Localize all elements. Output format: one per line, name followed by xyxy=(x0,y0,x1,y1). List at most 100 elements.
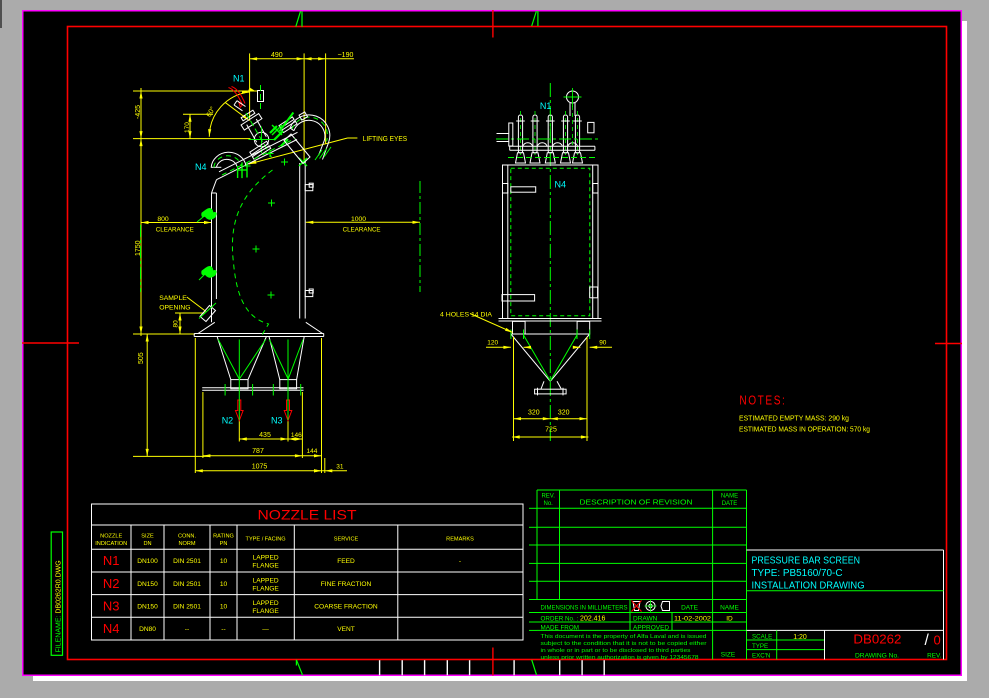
svg-text:N2: N2 xyxy=(222,415,234,425)
svg-text:N3: N3 xyxy=(271,415,283,425)
svg-text:DN: DN xyxy=(143,541,151,547)
svg-text:144: 144 xyxy=(307,448,318,455)
svg-text:FLANGE: FLANGE xyxy=(252,585,279,592)
svg-text:DN100: DN100 xyxy=(137,558,158,565)
svg-text:SIZE: SIZE xyxy=(141,534,154,540)
svg-text:RATING: RATING xyxy=(213,534,234,540)
svg-text:320: 320 xyxy=(528,409,540,416)
svg-text:~190: ~190 xyxy=(338,52,354,59)
svg-text:NOTES:: NOTES: xyxy=(739,393,786,408)
svg-text:FLANGE: FLANGE xyxy=(252,563,279,570)
svg-text:11-02-2002: 11-02-2002 xyxy=(674,615,711,622)
svg-text:LAPPED: LAPPED xyxy=(253,600,279,607)
svg-text:-425: -425 xyxy=(135,105,142,119)
svg-text:ESTIMATED EMPTY MASS: 290 kg: ESTIMATED EMPTY MASS: 290 kg xyxy=(739,416,849,423)
svg-text:DIN 2501: DIN 2501 xyxy=(173,558,201,565)
svg-text:DATE: DATE xyxy=(722,501,738,507)
svg-text:NAME: NAME xyxy=(721,494,738,500)
svg-text:MADE FROM: MADE FROM xyxy=(541,624,579,631)
svg-text:in whole or in part or to be d: in whole or in part or to be disclosed t… xyxy=(541,648,691,654)
svg-text:SIZE: SIZE xyxy=(721,651,736,658)
svg-text:787: 787 xyxy=(252,448,264,455)
svg-text:170: 170 xyxy=(184,122,191,133)
svg-text:1075: 1075 xyxy=(252,464,268,471)
svg-text:APPROVED: APPROVED xyxy=(633,624,669,631)
svg-text:REMARKS: REMARKS xyxy=(446,537,474,543)
svg-text:TYPE: TYPE xyxy=(752,643,768,650)
svg-text:10: 10 xyxy=(220,603,228,610)
svg-text:NAME: NAME xyxy=(720,604,739,611)
svg-text:--: -- xyxy=(185,626,189,633)
svg-text:10: 10 xyxy=(220,581,228,588)
svg-text:N4: N4 xyxy=(555,180,567,190)
svg-text:INDICATION: INDICATION xyxy=(95,541,127,547)
svg-text:DN150: DN150 xyxy=(137,603,158,610)
svg-text:-: - xyxy=(459,558,461,565)
svg-text:120: 120 xyxy=(487,340,498,347)
svg-text:90: 90 xyxy=(599,340,607,347)
svg-text:31: 31 xyxy=(336,464,344,471)
svg-text:subject to the condition that: subject to the condition that it is not … xyxy=(541,641,707,647)
svg-text:NOZZLE LIST: NOZZLE LIST xyxy=(258,507,357,523)
svg-text:DATE: DATE xyxy=(681,604,699,611)
svg-text:OPENING: OPENING xyxy=(159,305,190,312)
svg-text:PN: PN xyxy=(220,541,228,547)
svg-text:N4: N4 xyxy=(103,621,120,636)
svg-text:--: -- xyxy=(221,626,225,633)
svg-text:TYPE / FACING: TYPE / FACING xyxy=(246,537,286,543)
svg-text:EXC'N: EXC'N xyxy=(752,653,770,660)
svg-text:NOZZLE: NOZZLE xyxy=(100,534,122,540)
svg-text:ID: ID xyxy=(726,615,733,622)
svg-text:505: 505 xyxy=(138,352,145,364)
svg-text:10: 10 xyxy=(220,558,228,565)
svg-text:CLEARANCE: CLEARANCE xyxy=(343,226,381,233)
svg-text:FEED: FEED xyxy=(337,558,355,565)
svg-text:SERVICE: SERVICE xyxy=(334,537,359,543)
svg-text:unless prior written authoriza: unless prior written authorization is gi… xyxy=(541,655,700,661)
svg-text:LIFTING EYES: LIFTING EYES xyxy=(363,136,408,143)
svg-text:—: — xyxy=(262,626,269,633)
svg-text:DIMENSIONS IN MILLIMETERS: DIMENSIONS IN MILLIMETERS xyxy=(541,604,628,611)
svg-text:N1: N1 xyxy=(103,553,120,568)
svg-text:DB0262: DB0262 xyxy=(853,632,901,647)
svg-text:TYPE: PB5160/70-C: TYPE: PB5160/70-C xyxy=(752,568,843,579)
svg-text:/: / xyxy=(925,632,930,649)
svg-text:N1: N1 xyxy=(233,74,245,84)
svg-text:REV.: REV. xyxy=(541,494,555,500)
svg-text:DESCRIPTION OF REVISION: DESCRIPTION OF REVISION xyxy=(580,498,693,507)
svg-text:1000: 1000 xyxy=(351,216,366,223)
svg-text:DRAWING No.: DRAWING No. xyxy=(855,653,899,660)
svg-text:This document is the property: This document is the property of Alfa La… xyxy=(541,634,707,640)
svg-text:FLANGE: FLANGE xyxy=(252,608,279,615)
svg-text:DIN 2501: DIN 2501 xyxy=(173,603,201,610)
svg-text:146: 146 xyxy=(291,432,302,439)
svg-text:800: 800 xyxy=(157,216,169,223)
svg-text:N2: N2 xyxy=(103,576,120,591)
svg-text:490: 490 xyxy=(271,52,283,59)
svg-text:1:20: 1:20 xyxy=(793,634,807,641)
svg-text:DRAWN: DRAWN xyxy=(633,615,658,622)
svg-text:REV.: REV. xyxy=(927,653,942,660)
svg-text:PRESSURE BAR SCREEN: PRESSURE BAR SCREEN xyxy=(752,556,861,567)
svg-text:FINE FRACTION: FINE FRACTION xyxy=(321,581,372,588)
svg-text:DIN 2501: DIN 2501 xyxy=(173,581,201,588)
svg-text:INSTALLATION DRAWING: INSTALLATION DRAWING xyxy=(752,580,865,591)
svg-text:NORM: NORM xyxy=(178,541,195,547)
svg-text:N4: N4 xyxy=(195,162,207,172)
svg-text:SAMPLE: SAMPLE xyxy=(159,295,187,302)
svg-text:435: 435 xyxy=(259,432,271,439)
svg-text:COARSE FRACTION: COARSE FRACTION xyxy=(314,603,378,610)
svg-text:80: 80 xyxy=(173,320,180,328)
svg-text:FILENAME: DB0262R0.DWG: FILENAME: DB0262R0.DWG xyxy=(55,560,62,652)
svg-text:DN80: DN80 xyxy=(139,626,156,633)
svg-text:ESTIMATED MASS IN OPERATION: 5: ESTIMATED MASS IN OPERATION: 570 kg xyxy=(739,427,870,434)
svg-text:CONN.: CONN. xyxy=(178,534,196,540)
svg-text:LAPPED: LAPPED xyxy=(253,555,279,562)
svg-text:725: 725 xyxy=(545,427,557,434)
svg-text:0: 0 xyxy=(934,633,941,648)
svg-text:N1: N1 xyxy=(540,101,552,111)
svg-text:LAPPED: LAPPED xyxy=(253,577,279,584)
svg-text:320: 320 xyxy=(558,409,570,416)
svg-text:N3: N3 xyxy=(103,598,120,613)
svg-text:DN150: DN150 xyxy=(137,581,158,588)
